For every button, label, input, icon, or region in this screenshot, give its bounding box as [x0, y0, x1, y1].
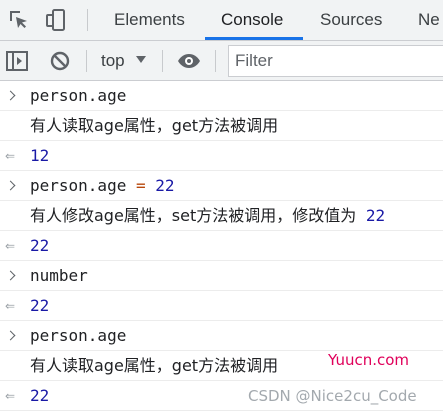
console-log-text: 有人读取age属性，get方法被调用 [30, 116, 279, 135]
inspect-element-icon[interactable] [7, 8, 31, 32]
console-result-value: 12 [30, 146, 50, 165]
devtools-tabbar: Elements Console Sources Ne [0, 0, 443, 41]
tab-network[interactable]: Ne [418, 0, 440, 40]
result-arrow-icon: ⇐ [5, 299, 16, 313]
result-arrow-icon: ⇐ [5, 149, 16, 163]
console-toolbar: top Filter [0, 41, 443, 81]
console-input-line: person.age = 22 [0, 171, 443, 201]
chevron-right-icon [5, 90, 16, 101]
console-log-line: 有人读取age属性，get方法被调用 [0, 111, 443, 141]
console-result-value: 22 [30, 386, 50, 405]
console-result-value: 22 [30, 296, 50, 315]
console-input-line: number [0, 261, 443, 291]
tab-sources[interactable]: Sources [320, 0, 382, 40]
result-arrow-icon: ⇐ [5, 239, 16, 253]
device-toolbar-icon[interactable] [44, 8, 68, 32]
toolbar-divider [86, 50, 87, 72]
chevron-right-icon [5, 330, 16, 341]
tab-console[interactable]: Console [221, 0, 283, 40]
watermark-author: CSDN @Nice2cu_Code [248, 387, 417, 405]
console-log-text: 有人读取age属性，get方法被调用 [30, 356, 279, 375]
assigned-value: 22 [155, 176, 175, 195]
log-message: 有人修改age属性，set方法被调用，修改值为 [30, 206, 357, 225]
console-input-line: person.age [0, 81, 443, 111]
active-tab-indicator [205, 37, 303, 40]
console-input-text[interactable]: person.age [30, 81, 126, 111]
console-result-line: ⇐ 22 [0, 231, 443, 261]
clear-console-icon[interactable] [48, 49, 72, 73]
console-log-line: 有人修改age属性，set方法被调用，修改值为 22 [0, 201, 443, 231]
console-input-text[interactable]: number [30, 261, 88, 291]
log-value: 22 [365, 206, 386, 225]
chevron-down-icon[interactable] [136, 56, 146, 63]
console-result-line: ⇐ 12 [0, 141, 443, 171]
console-input-text[interactable]: person.age [30, 321, 126, 351]
result-arrow-icon: ⇐ [5, 389, 16, 403]
tab-elements[interactable]: Elements [114, 0, 185, 40]
chevron-right-icon [5, 180, 16, 191]
live-expression-icon[interactable] [177, 49, 201, 73]
console-result-value: 22 [30, 236, 50, 255]
watermark-site: Yuucn.com [328, 351, 410, 369]
toolbar-divider [87, 9, 88, 31]
context-selector[interactable]: top [101, 41, 125, 81]
console-log-text: 有人修改age属性，set方法被调用，修改值为 22 [30, 201, 385, 231]
input-expression: person.age [30, 176, 127, 195]
toolbar-divider [162, 50, 163, 72]
toolbar-divider [215, 50, 216, 72]
filter-input[interactable]: Filter [228, 45, 443, 77]
assignment-operator: = [135, 176, 146, 195]
console-input-text[interactable]: person.age = 22 [30, 171, 175, 201]
console-result-line: ⇐ 22 [0, 291, 443, 321]
chevron-right-icon [5, 270, 16, 281]
show-sidebar-icon[interactable] [5, 49, 29, 73]
console-input-line: person.age [0, 321, 443, 351]
